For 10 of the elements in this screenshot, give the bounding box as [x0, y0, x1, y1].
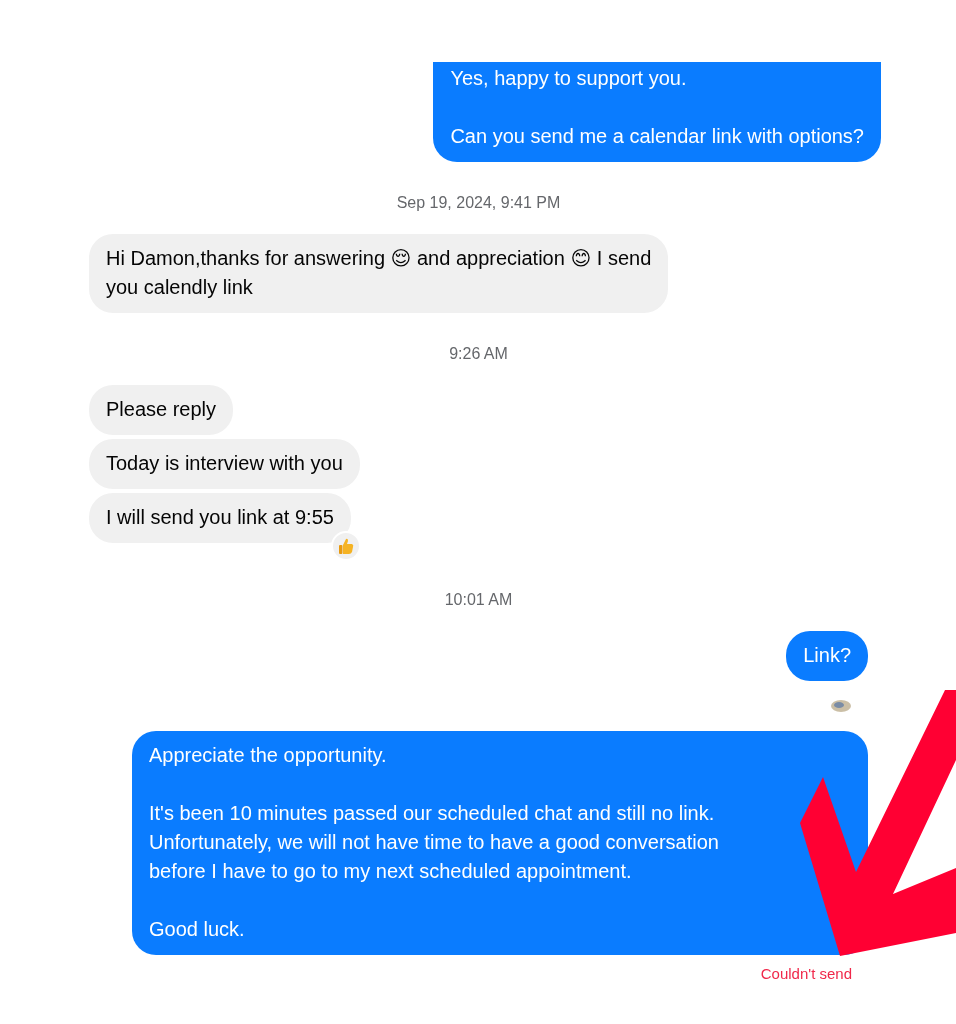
- received-message: Hi Damon,thanks for answering 😌 and appreciation 😊 I send you calendly link: [89, 234, 669, 313]
- timestamp: 10:01 AM: [444, 591, 513, 609]
- sent-message: Appreciate the opportunity. It's been 10 minutes passed our scheduled chat and still no link. Unfortunately, we will not have time to have a good conversation before I have to go to my next scheduled appointment. Good luck.: [132, 731, 868, 955]
- sent-message: Link?: [786, 631, 868, 681]
- timestamp: Sep 19, 2024, 9:41 PM: [396, 194, 561, 212]
- sent-message: Yes, happy to support you. Can you send me a calendar link with options?: [433, 62, 881, 162]
- timestamp: 9:26 AM: [449, 345, 508, 363]
- received-message: I will send you link at 9:55: [89, 493, 351, 543]
- received-message: Please reply: [89, 385, 234, 435]
- received-message: Today is interview with you: [89, 439, 360, 489]
